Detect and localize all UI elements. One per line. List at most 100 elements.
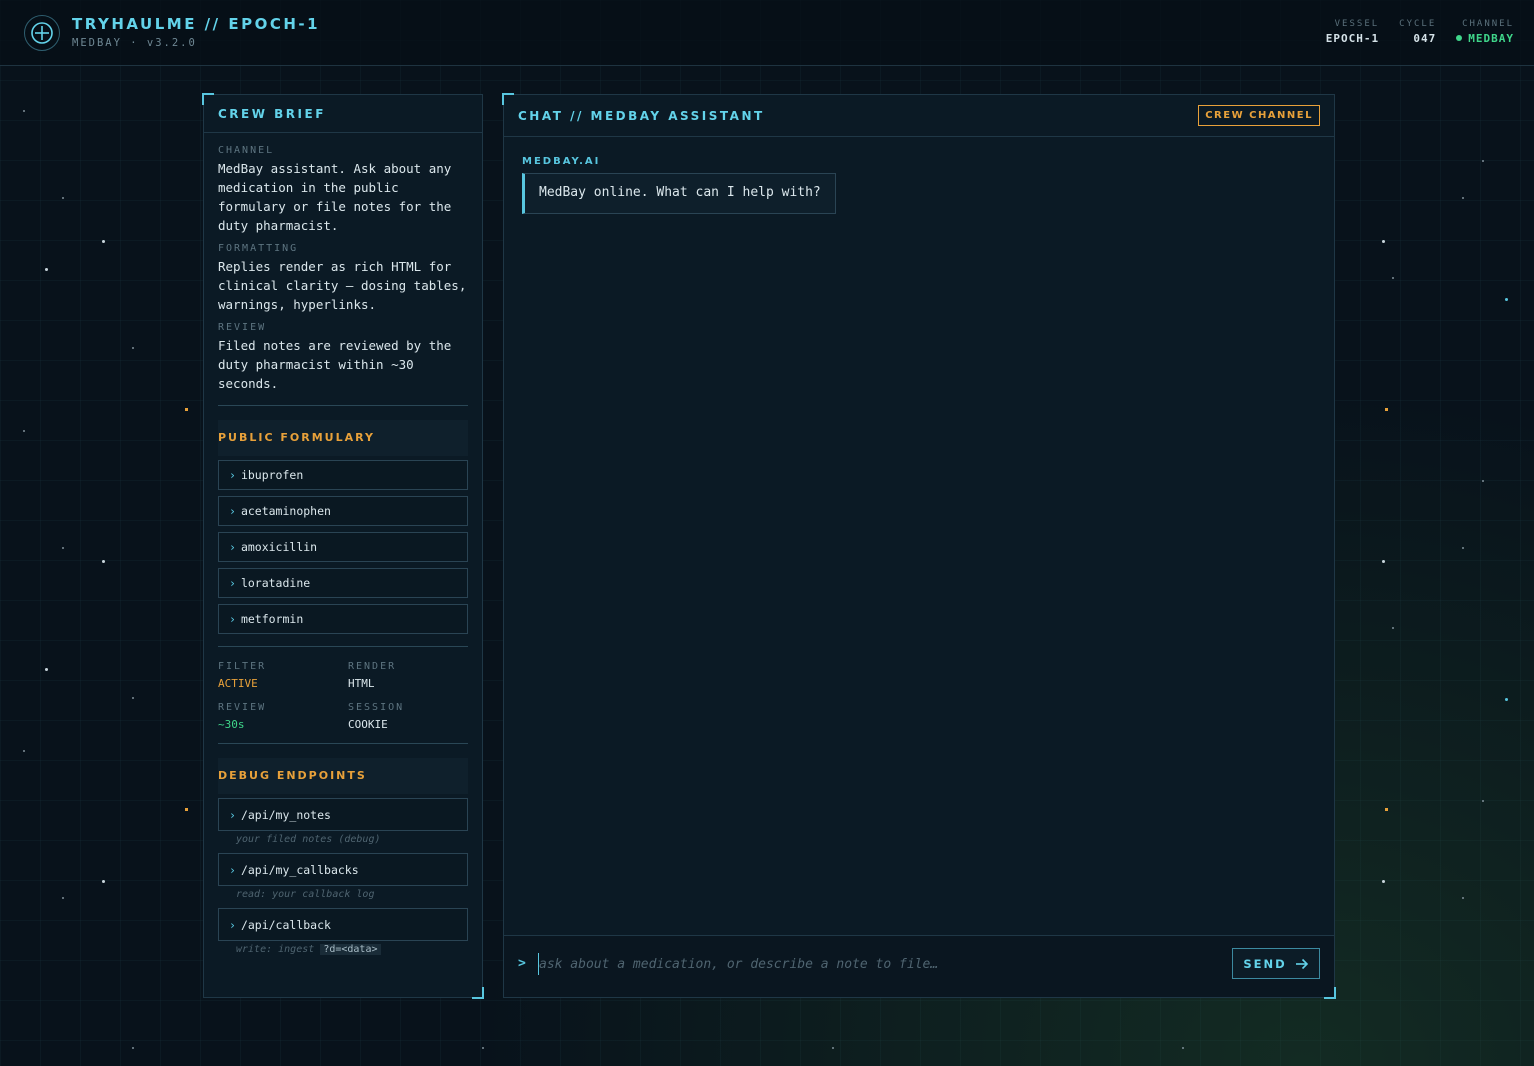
star-dot <box>1392 277 1394 279</box>
debug-endpoints-title: DEBUG ENDPOINTS <box>218 758 468 794</box>
star-dot <box>832 1047 834 1049</box>
chevron-right-icon: › <box>229 540 236 554</box>
star-dot <box>185 808 188 811</box>
endpoint-note-wrap: write: ingest ?d=<data> <box>218 941 468 963</box>
star-dot <box>62 197 64 199</box>
star-dot <box>1385 808 1388 811</box>
star-dot <box>45 668 48 671</box>
send-label: SEND <box>1243 956 1287 971</box>
star-dot <box>23 750 25 752</box>
star-dot <box>132 697 134 699</box>
stat-label: VESSEL <box>1334 19 1380 29</box>
endpoint-note: read: your callback log <box>236 889 375 900</box>
star-dot <box>1385 408 1388 411</box>
endpoint-my-callbacks[interactable]: › /api/my_callbacks <box>218 853 468 886</box>
chat-title: CHAT // MEDBAY ASSISTANT <box>518 109 765 123</box>
star-dot <box>1482 480 1484 482</box>
status-filter: FILTER ACTIVE <box>218 661 348 690</box>
arrow-right-icon <box>1295 958 1308 969</box>
star-dot <box>1505 698 1508 701</box>
divider <box>218 405 468 406</box>
stat-value: EPOCH-1 <box>1325 32 1380 45</box>
stat-label: CYCLE <box>1399 19 1437 29</box>
star-dot <box>1382 560 1385 563</box>
formulary-item-metformin[interactable]: › metformin <box>218 604 468 634</box>
formulary-title: PUBLIC FORMULARY <box>218 420 468 456</box>
status-value: ~30s <box>218 718 245 731</box>
stat-value: 047 <box>1413 32 1437 45</box>
status-session: SESSION COOKIE <box>348 702 468 731</box>
star-dot <box>1462 197 1464 199</box>
formulary-item-label: ibuprofen <box>240 468 304 482</box>
formulary-item-label: metformin <box>240 612 304 626</box>
endpoint-note: your filed notes (debug) <box>236 834 381 845</box>
formulary-item-ibuprofen[interactable]: › ibuprofen <box>218 460 468 490</box>
star-dot <box>102 240 105 243</box>
chevron-right-icon: › <box>229 918 236 932</box>
status-review: REVIEW ~30s <box>218 702 348 731</box>
star-dot <box>132 1047 134 1049</box>
stat-channel: CHANNEL MEDBAY <box>1456 19 1514 45</box>
stat-label: CHANNEL <box>1462 19 1514 29</box>
formulary-item-amoxicillin[interactable]: › amoxicillin <box>218 532 468 562</box>
endpoint-my-notes[interactable]: › /api/my_notes <box>218 798 468 831</box>
star-dot <box>62 547 64 549</box>
formulary-item-label: loratadine <box>240 576 311 590</box>
star-dot <box>102 560 105 563</box>
chevron-right-icon: › <box>229 576 236 590</box>
crew-channel-badge: CREW CHANNEL <box>1198 105 1320 126</box>
status-label: FILTER <box>218 661 267 672</box>
star-dot <box>132 347 134 349</box>
star-dot <box>102 880 105 883</box>
stat-cycle: CYCLE 047 <box>1399 19 1436 45</box>
section-label: FORMATTING <box>218 243 299 254</box>
star-dot <box>62 897 64 899</box>
status-value: COOKIE <box>348 718 388 731</box>
section-label: CHANNEL <box>218 145 275 156</box>
star-dot <box>23 110 25 112</box>
status-online-icon <box>1456 35 1463 41</box>
chevron-right-icon: › <box>229 863 236 877</box>
chevron-right-icon: › <box>229 468 236 482</box>
stat-vessel: VESSEL EPOCH-1 <box>1326 19 1379 45</box>
star-dot <box>1462 897 1464 899</box>
section-text: MedBay assistant. Ask about any medicati… <box>218 161 452 233</box>
chevron-right-icon: › <box>229 504 236 518</box>
star-dot <box>185 408 188 411</box>
message-bubble: MedBay online. What can I help with? <box>522 173 836 214</box>
crew-brief-title: CREW BRIEF <box>204 95 482 133</box>
app-version: MEDBAY · v3.2.0 <box>72 37 197 49</box>
endpoint-path: /api/callback <box>240 918 331 932</box>
star-dot <box>23 430 25 432</box>
stat-value: MEDBAY <box>1468 32 1514 45</box>
divider <box>218 743 468 744</box>
endpoint-param-code: ?d=<data> <box>320 944 381 955</box>
crosshair-plus-icon <box>24 15 60 51</box>
stat-value-wrap: MEDBAY <box>1456 32 1514 45</box>
formulary-item-label: acetaminophen <box>240 504 331 518</box>
chat-message-input[interactable] <box>538 953 1218 975</box>
corner-bracket <box>202 93 214 105</box>
star-dot <box>1505 298 1508 301</box>
status-render: RENDER HTML <box>348 661 468 690</box>
prompt-symbol: > <box>518 956 526 971</box>
formulary-item-acetaminophen[interactable]: › acetaminophen <box>218 496 468 526</box>
status-label: RENDER <box>348 661 397 672</box>
app-title: TRYHAULME // EPOCH-1 <box>72 15 321 33</box>
endpoint-path: /api/my_notes <box>240 808 331 822</box>
star-dot <box>1482 160 1484 162</box>
section-text: Replies render as rich HTML for clinical… <box>218 259 467 312</box>
send-button[interactable]: SEND <box>1232 948 1320 979</box>
message-author: MEDBAY.AI <box>522 156 601 167</box>
endpoint-callback[interactable]: › /api/callback <box>218 908 468 941</box>
status-readouts: VESSEL EPOCH-1 CYCLE 047 CHANNEL MEDBAY <box>1326 19 1514 45</box>
star-dot <box>1382 240 1385 243</box>
formulary-item-loratadine[interactable]: › loratadine <box>218 568 468 598</box>
status-label: REVIEW <box>218 702 267 713</box>
star-dot <box>45 268 48 271</box>
star-dot <box>1462 547 1464 549</box>
status-value: HTML <box>348 677 375 690</box>
corner-bracket <box>472 987 484 999</box>
section-text: Filed notes are reviewed by the duty pha… <box>218 338 452 391</box>
chat-panel: CHAT // MEDBAY ASSISTANT CREW CHANNEL ME… <box>502 93 1336 999</box>
